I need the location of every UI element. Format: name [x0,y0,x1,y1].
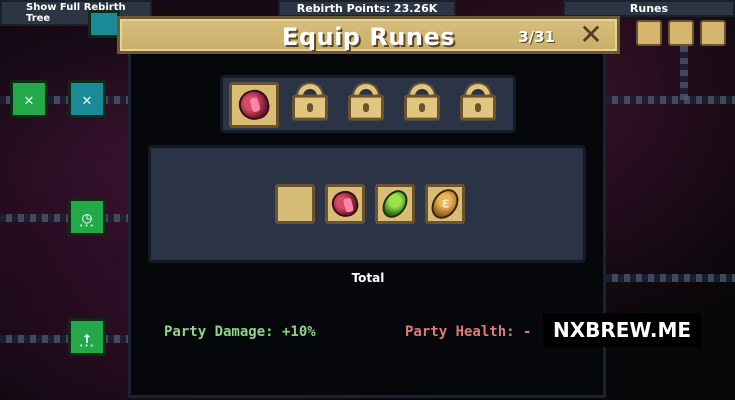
rune-inventory-panel [148,145,586,263]
dialog-title-banner: Equip Runes 3/31 ✕ [117,16,620,54]
rune-slot-equipped[interactable] [229,82,279,128]
inventory-slot[interactable] [325,184,365,224]
gold-rune-icon [425,184,465,224]
lock-icon [460,94,496,121]
party-damage-stat: Party Damage: +10% [164,324,316,340]
background-track [0,214,130,222]
rune-slot-locked[interactable] [453,82,503,128]
lock-icon [700,20,726,46]
crossed-sword-icon: ✕ [82,89,92,109]
party-health-stat: Party Health: - [405,324,532,340]
inventory-slot[interactable] [425,184,465,224]
background-track [680,40,688,100]
lock-icon [348,94,384,121]
red-rune-icon [235,86,273,124]
rune-slot-locked[interactable] [341,82,391,128]
background-track [606,274,735,282]
skill-node[interactable]: ✕ [10,80,48,118]
rune-inventory-row [275,184,465,224]
node-progress-dots: ••• [79,222,95,230]
rebirth-points-label: Rebirth Points: 23.26K [296,2,438,15]
skill-node[interactable] [88,10,120,38]
lock-icon [668,20,694,46]
rune-count: 3/31 [518,28,555,46]
green-rune-icon [377,185,413,223]
runes-tab[interactable]: Runes [563,0,735,17]
runes-label: Runes [629,2,669,15]
watermark: NXBREW.ME [543,313,701,347]
inventory-slot[interactable] [375,184,415,224]
rune-slot-locked[interactable] [397,82,447,128]
red-rune-icon [329,188,361,220]
lock-icon [292,94,328,121]
node-progress-dots: ••• [79,342,95,350]
background-track [0,335,130,343]
lock-icon [636,20,662,46]
crossed-sword-icon: ✕ [24,89,34,109]
equip-slot-panel [220,75,516,133]
rebirth-points-display: Rebirth Points: 23.26K [278,0,456,17]
close-icon[interactable]: ✕ [575,20,607,50]
skill-node[interactable]: ✕ [68,80,106,118]
lock-icon [404,94,440,121]
background-track [606,96,735,104]
skill-node[interactable]: ◷ ••• [68,198,106,236]
rune-slot-locked[interactable] [285,82,335,128]
total-label: Total [351,271,385,285]
inventory-slot-empty[interactable] [275,184,315,224]
skill-node[interactable]: ↑ ••• [68,318,106,356]
